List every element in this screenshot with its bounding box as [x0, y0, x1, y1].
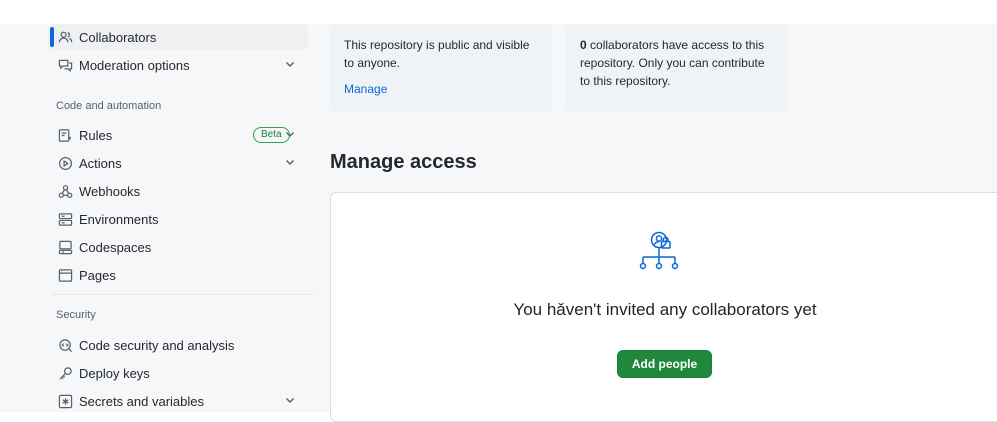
- sidebar-item-label: Deploy keys: [79, 365, 150, 381]
- sidebar-item-label: Moderation options: [79, 57, 190, 73]
- sidebar-item-pages[interactable]: Pages: [48, 262, 308, 288]
- codescan-icon: [57, 337, 73, 353]
- sidebar-item-webhooks[interactable]: Webhooks: [48, 178, 308, 204]
- visibility-text: This repository is public and visible to…: [344, 38, 530, 70]
- active-indicator: [50, 27, 54, 47]
- add-people-button[interactable]: Add people: [617, 350, 712, 378]
- sidebar-item-environments[interactable]: Environments: [48, 206, 308, 232]
- chevron-down-icon[interactable]: [284, 156, 296, 168]
- section-label-security: Security: [56, 309, 96, 321]
- key-icon: [57, 365, 73, 381]
- sidebar-item-collaborators[interactable]: Collaborators: [48, 24, 308, 50]
- people-icon: [57, 29, 73, 45]
- sidebar-item-label: Environments: [79, 211, 159, 227]
- sidebar-divider: [52, 294, 314, 295]
- sidebar-item-codespaces[interactable]: Codespaces: [48, 234, 308, 260]
- sidebar-item-label: Pages: [79, 267, 116, 283]
- sidebar-item-actions[interactable]: Actions: [48, 150, 308, 176]
- no-collaborators-message: You hǎven't invited any collaborators ye…: [513, 300, 817, 319]
- manage-visibility-link[interactable]: Manage: [344, 80, 387, 98]
- sidebar-item-label: Collaborators: [79, 29, 157, 45]
- top-bar: [0, 0, 997, 24]
- collaborator-count: 0: [580, 38, 587, 52]
- chevron-down-icon[interactable]: [284, 128, 296, 140]
- server-icon: [57, 211, 73, 227]
- sidebar-item-label: Secrets and variables: [79, 393, 205, 409]
- collaborators-text: collaborators have access to this reposi…: [580, 38, 765, 88]
- sidebar-item-code-security[interactable]: Code security and analysis: [48, 332, 308, 358]
- sidebar-item-deploy-keys[interactable]: Deploy keys: [48, 360, 308, 386]
- manage-access-panel: You hǎven't invited any collaborators ye…: [330, 192, 997, 422]
- rules-icon: [57, 127, 73, 143]
- sidebar-item-label: Codespaces: [79, 239, 152, 255]
- codespaces-icon: [57, 239, 73, 255]
- people-lock-icon: [637, 231, 689, 277]
- comment-discussion-icon: [57, 57, 73, 73]
- sidebar-item-label: Rules: [79, 127, 113, 143]
- browser-icon: [57, 267, 73, 283]
- sidebar-item-secrets-variables[interactable]: Secrets and variables: [48, 388, 308, 414]
- chevron-down-icon[interactable]: [284, 394, 296, 406]
- play-icon: [57, 155, 73, 171]
- asterisk-icon: [57, 393, 73, 409]
- sidebar-item-moderation-options[interactable]: Moderation options: [48, 52, 308, 78]
- manage-access-heading: Manage access: [330, 151, 477, 173]
- chevron-down-icon[interactable]: [284, 58, 296, 70]
- webhook-icon: [57, 183, 73, 199]
- sidebar-item-label: Webhooks: [79, 183, 141, 199]
- sidebar-item-label: Actions: [79, 155, 122, 171]
- sidebar-item-rules[interactable]: Rules Beta: [48, 122, 308, 148]
- sidebar-item-label: Code security and analysis: [79, 337, 235, 353]
- collaborators-count-card: 0 collaborators have access to this repo…: [566, 24, 788, 112]
- visibility-card: This repository is public and visible to…: [330, 24, 552, 112]
- section-label-code-automation: Code and automation: [56, 100, 162, 112]
